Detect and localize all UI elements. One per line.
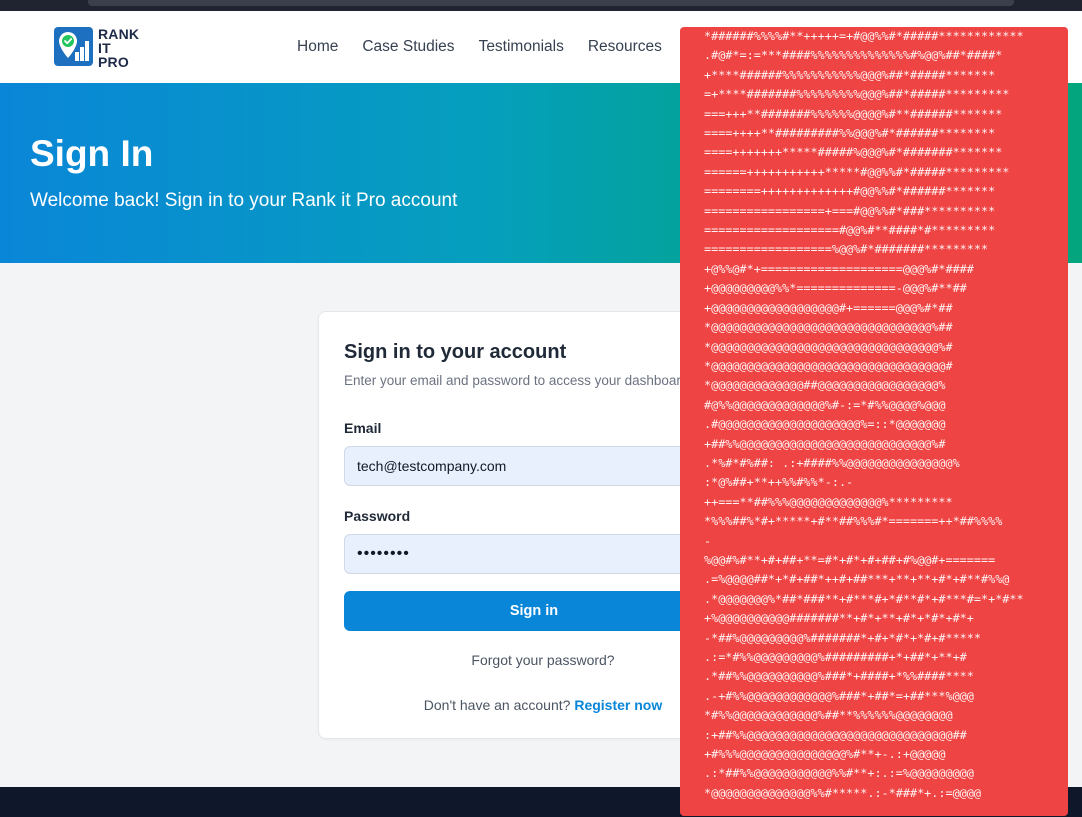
rank-it-pro-logo[interactable]: RANK IT PRO <box>54 25 154 69</box>
register-link[interactable]: Register now <box>574 697 662 713</box>
ascii-art-text: *######%%%%#**+++++=+#@@%%#*#####*******… <box>704 29 1024 800</box>
map-pin-check-chart-icon <box>54 27 93 66</box>
email-field[interactable] <box>344 446 724 486</box>
signin-button[interactable]: Sign in <box>344 591 724 631</box>
browser-address-bar[interactable] <box>88 0 1014 6</box>
nav-link-resources[interactable]: Resources <box>588 38 662 56</box>
password-label: Password <box>344 508 411 524</box>
page-subtitle: Welcome back! Sign in to your Rank it Pr… <box>30 190 458 211</box>
page-title: Sign In <box>30 133 154 174</box>
signin-card: Sign in to your account Enter your email… <box>318 311 738 739</box>
main-nav: Home Case Studies Testimonials Resources <box>297 38 662 56</box>
email-label: Email <box>344 420 382 436</box>
logo-line-rank: RANK <box>98 26 140 42</box>
nav-link-case-studies[interactable]: Case Studies <box>362 38 454 56</box>
nav-link-testimonials[interactable]: Testimonials <box>479 38 564 56</box>
logo-line-pro: PRO <box>98 54 129 70</box>
card-description: Enter your email and password to access … <box>344 373 689 388</box>
ascii-art-overlay-panel: *######%%%%#**+++++=+#@@%%#*#####*******… <box>680 27 1068 816</box>
logo-line-it: IT <box>98 40 111 56</box>
card-title: Sign in to your account <box>344 341 567 363</box>
nav-link-home[interactable]: Home <box>297 38 338 56</box>
password-field[interactable] <box>344 534 724 574</box>
browser-chrome-strip <box>0 0 1082 11</box>
logo-wordmark: RANK IT PRO <box>98 27 139 69</box>
register-prompt: Don't have an account? <box>423 697 571 713</box>
